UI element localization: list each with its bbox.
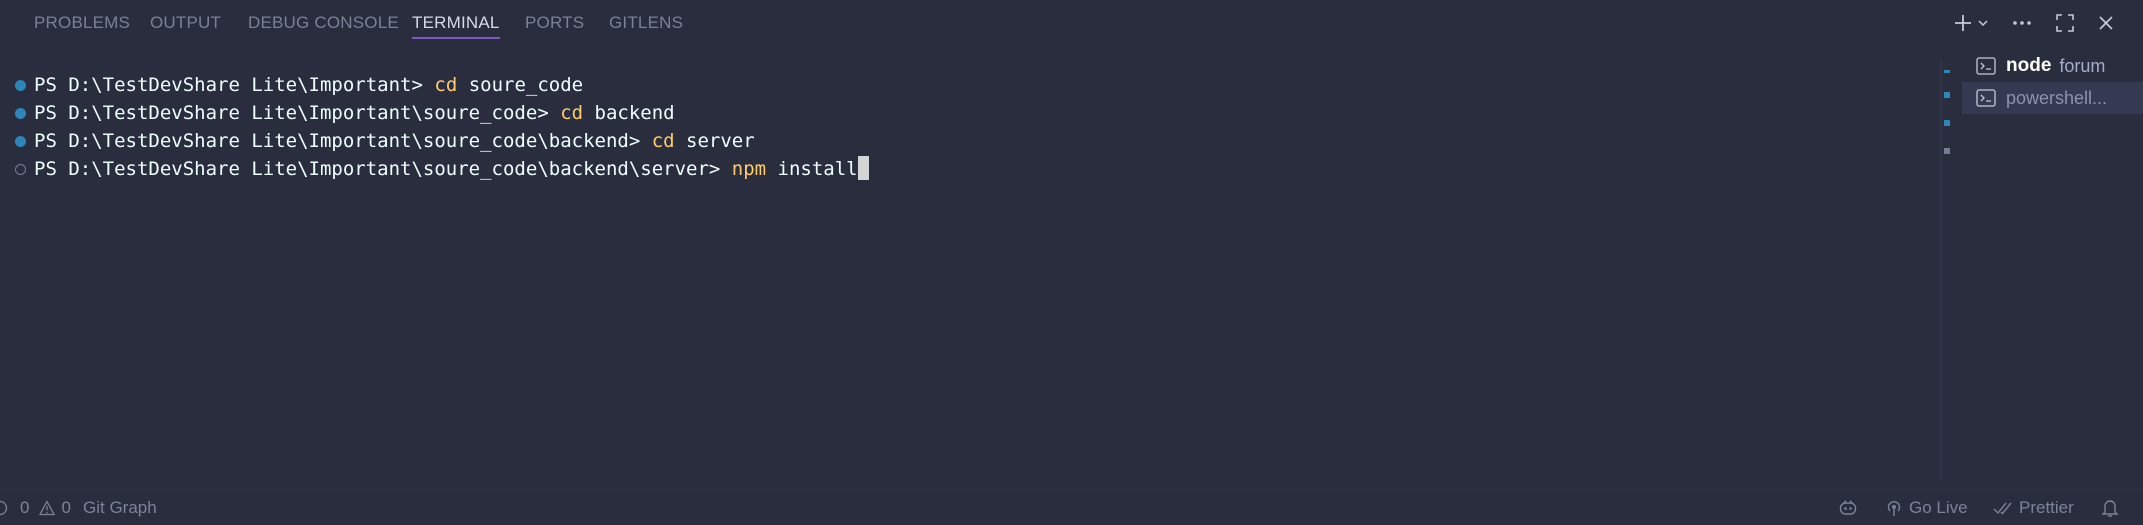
terminal-tab-detail: forum — [2059, 55, 2106, 76]
more-actions-button[interactable] — [2011, 13, 2033, 33]
prettier-button[interactable]: Prettier — [1993, 497, 2074, 519]
terminal-tab-detail: powershell... — [2006, 87, 2108, 108]
terminal-line: PS D:\TestDevShare Lite\Important\soure_… — [0, 155, 869, 183]
terminal-args: server — [674, 130, 755, 152]
terminal-tab-node[interactable]: node forum — [1962, 50, 2143, 82]
terminal-tab-name: node — [2006, 55, 2052, 76]
terminal-args: soure_code — [457, 74, 584, 96]
panel-actions — [1953, 10, 2115, 36]
terminal-icon — [1976, 89, 1996, 107]
terminal-tab-powershell[interactable]: powershell... — [1962, 82, 2143, 114]
error-count: 0 — [20, 498, 30, 517]
command-pending-decoration[interactable] — [15, 164, 26, 175]
git-graph-label: Git Graph — [83, 498, 157, 517]
plus-icon — [1955, 15, 1971, 31]
terminal-tabs-list: node forum powershell... — [1962, 50, 2143, 114]
broadcast-icon — [1887, 501, 1901, 516]
ruler-mark — [1944, 70, 1950, 73]
tab-gitlens[interactable]: GITLENS — [609, 13, 683, 33]
panel-tab-bar: PROBLEMS OUTPUT DEBUG CONSOLE TERMINAL P… — [0, 0, 2143, 46]
terminal-prompt: PS D:\TestDevShare Lite\Important\soure_… — [34, 158, 732, 180]
terminal-icon — [1976, 57, 1996, 75]
terminal-line: PS D:\TestDevShare Lite\Important\soure_… — [0, 99, 675, 127]
terminal-args: backend — [583, 102, 675, 124]
terminal-line: PS D:\TestDevShare Lite\Important\soure_… — [0, 127, 755, 155]
tab-ports[interactable]: PORTS — [525, 13, 584, 33]
tab-debug-console[interactable]: DEBUG CONSOLE — [248, 13, 399, 33]
copilot-button[interactable] — [1838, 497, 1858, 519]
maximize-icon — [2056, 14, 2074, 32]
terminal-args: install — [766, 158, 858, 180]
command-success-decoration[interactable] — [15, 108, 26, 119]
terminal-command: cd — [434, 74, 458, 96]
terminal-prompt: PS D:\TestDevShare Lite\Important> — [34, 74, 435, 96]
git-graph-button[interactable]: Git Graph — [83, 497, 157, 519]
bell-icon — [2101, 500, 2119, 517]
chevron-down-icon[interactable] — [1977, 17, 1989, 29]
new-terminal-button[interactable] — [1953, 13, 1989, 33]
terminal-output[interactable]: PS D:\TestDevShare Lite\Important> cd so… — [0, 60, 1940, 480]
ruler-mark — [1944, 120, 1950, 126]
tab-output[interactable]: OUTPUT — [150, 13, 221, 33]
terminal-cursor — [857, 156, 869, 180]
tab-problems[interactable]: PROBLEMS — [34, 13, 130, 33]
copilot-icon — [1839, 500, 1857, 515]
command-success-decoration[interactable] — [15, 80, 26, 91]
prettier-label: Prettier — [2019, 498, 2074, 517]
terminal-command: cd — [651, 130, 675, 152]
ruler-mark — [1944, 92, 1950, 98]
go-live-label: Go Live — [1909, 498, 1968, 517]
go-live-button[interactable]: Go Live — [1885, 497, 1968, 519]
close-panel-button[interactable] — [2097, 14, 2115, 32]
terminal-scrollbar[interactable] — [1940, 60, 1942, 480]
tab-terminal[interactable]: TERMINAL — [412, 13, 500, 39]
ellipsis-icon — [2013, 21, 2031, 25]
warning-icon — [39, 500, 56, 516]
problems-status[interactable]: 0 0 — [0, 497, 71, 519]
maximize-panel-button[interactable] — [2055, 13, 2075, 33]
terminal-prompt: PS D:\TestDevShare Lite\Important\soure_… — [34, 130, 652, 152]
error-icon — [0, 500, 8, 516]
warning-count: 0 — [61, 498, 71, 517]
terminal-prompt: PS D:\TestDevShare Lite\Important\soure_… — [34, 102, 561, 124]
command-success-decoration[interactable] — [15, 136, 26, 147]
terminal-command: npm — [731, 158, 767, 180]
terminal-line: PS D:\TestDevShare Lite\Important> cd so… — [0, 71, 583, 99]
status-bar: 0 0 Git Graph Go Live Prettier — [0, 489, 2143, 525]
double-check-icon — [1993, 502, 2012, 515]
close-icon — [2099, 16, 2113, 30]
terminal-command: cd — [560, 102, 584, 124]
notifications-button[interactable] — [2101, 497, 2119, 519]
ruler-mark — [1944, 148, 1950, 154]
